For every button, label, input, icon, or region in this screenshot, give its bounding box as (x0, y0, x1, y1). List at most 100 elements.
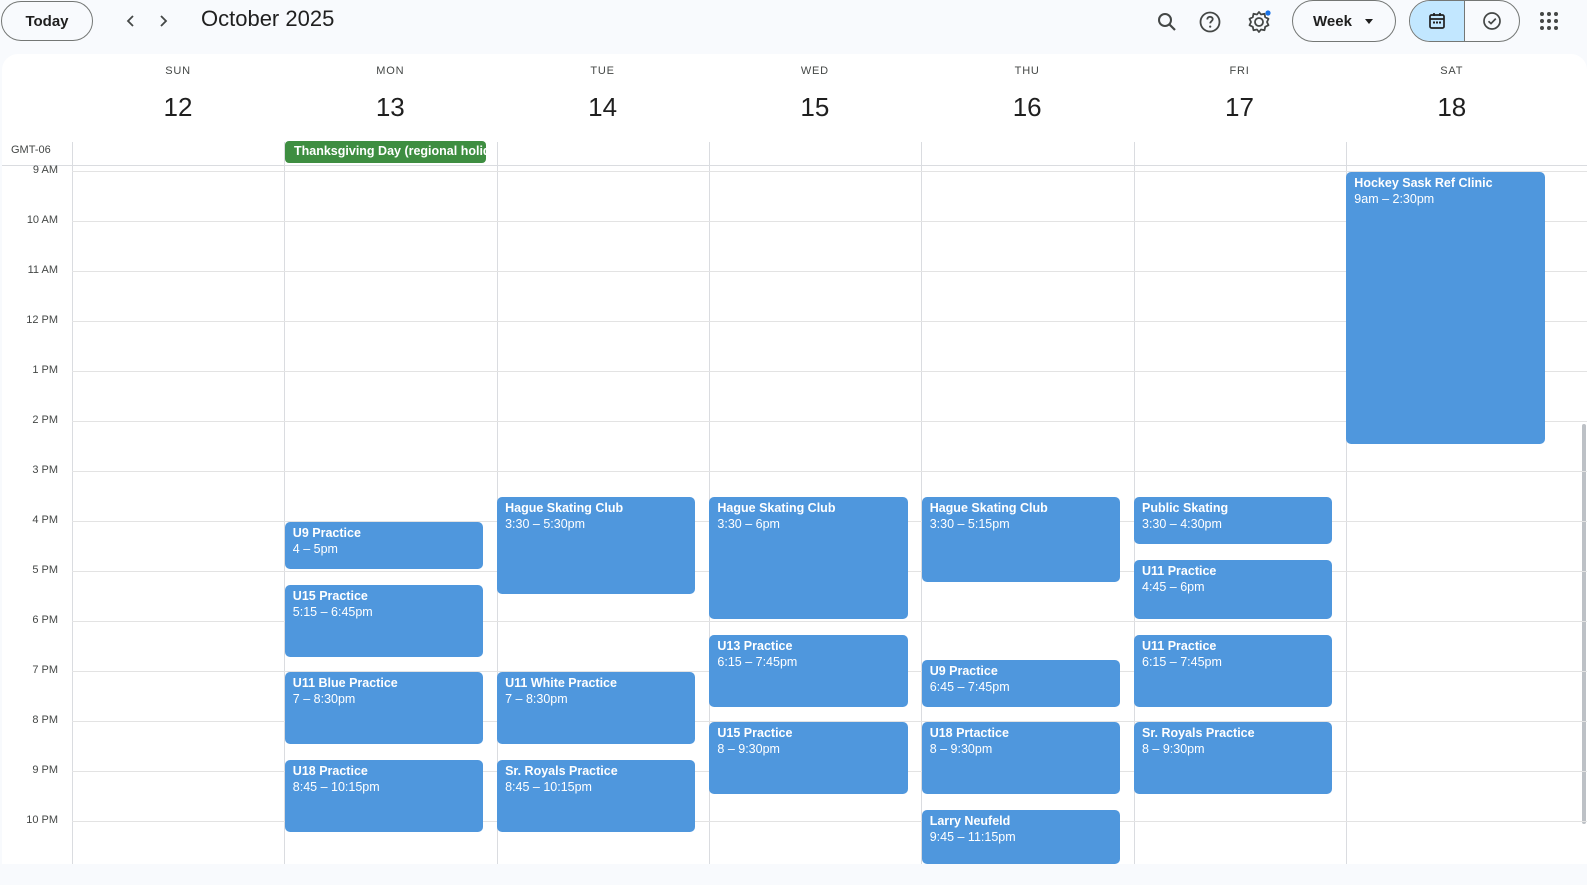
top-toolbar: Today October 2025 Week (0, 0, 1587, 48)
event-title: U15 Practice (292, 588, 368, 603)
hour-label: 10 PM (26, 814, 58, 826)
next-week-button[interactable] (148, 6, 178, 36)
calendar-view-button[interactable] (1410, 1, 1465, 41)
calendar-event[interactable]: Larry Neufeld 9:45 – 11:15pm (921, 809, 1120, 864)
all-day-divider (2, 165, 1587, 166)
calendar-event[interactable]: Sr. Royals Practice 8:45 – 10:15pm (497, 759, 696, 832)
day-number[interactable]: 16 (921, 92, 1133, 123)
day-number[interactable]: 14 (497, 92, 709, 123)
event-title: U11 White Practice (505, 676, 617, 690)
day-number[interactable]: 12 (72, 92, 284, 123)
view-select-dropdown[interactable]: Week (1292, 0, 1396, 42)
event-time: 7 – 8:30pm (505, 692, 568, 706)
day-number[interactable]: 15 (709, 92, 921, 123)
day-name: TUE (590, 65, 615, 77)
event-title: U11 Practice (1142, 563, 1217, 578)
help-icon (1199, 11, 1221, 33)
calendar-event[interactable]: U11 Practice 6:15 – 7:45pm (1134, 634, 1333, 707)
day-header[interactable]: MON 13 (284, 54, 496, 134)
event-title: Hockey Sask Ref Clinic (1354, 176, 1493, 190)
event-time: 4 – 5pm (292, 542, 338, 556)
event-time: 3:30 – 4:30pm (1142, 517, 1222, 531)
hour-label: 9 PM (32, 764, 58, 776)
day-column-divider (284, 142, 286, 864)
event-title: Public Skating (1142, 501, 1229, 515)
event-title: Larry Neufeld (929, 813, 1011, 828)
settings-button[interactable] (1241, 4, 1277, 40)
tasks-view-button[interactable] (1465, 1, 1519, 41)
tasks-icon (1483, 12, 1501, 30)
event-title: U18 Practice (292, 763, 368, 778)
calendar-event[interactable]: Public Skating 3:30 – 4:30pm (1134, 497, 1333, 544)
hour-label: 4 PM (32, 514, 58, 526)
search-button[interactable] (1149, 4, 1185, 40)
calendar-event[interactable]: U13 Practice 6:15 – 7:45pm (709, 634, 908, 707)
day-header[interactable]: SAT 18 (1346, 54, 1558, 134)
hour-label: 5 PM (32, 564, 58, 576)
event-title: U9 Practice (292, 526, 361, 540)
event-time: 4:45 – 6pm (1142, 579, 1205, 594)
event-time: 8 – 9:30pm (717, 742, 780, 756)
hour-label: 8 PM (32, 714, 58, 726)
event-time: 3:30 – 6pm (717, 517, 780, 531)
event-time: 3:30 – 5:15pm (929, 517, 1010, 531)
day-header[interactable]: THU 16 (921, 54, 1133, 134)
scrollbar[interactable] (1582, 424, 1586, 824)
day-number[interactable]: 18 (1346, 92, 1558, 123)
hour-label: 10 AM (26, 214, 58, 226)
day-header[interactable]: SUN 12 (72, 54, 284, 134)
settings-icon (1248, 10, 1271, 33)
view-select-label: Week (1313, 12, 1352, 30)
event-title: Hague Skating Club (505, 501, 624, 515)
calendar-event[interactable]: U15 Practice 5:15 – 6:45pm (284, 584, 484, 657)
hour-label: 11 AM (27, 264, 58, 276)
day-name: WED (800, 65, 829, 77)
calendar-event[interactable]: U15 Practice 8 – 9:30pm (709, 722, 908, 794)
calendar-event[interactable]: Hague Skating Club 3:30 – 5:15pm (921, 497, 1120, 582)
event-title: Sr. Royals Practice (505, 763, 618, 778)
day-header[interactable]: FRI 17 (1134, 54, 1346, 134)
event-time: 8:45 – 10:15pm (505, 779, 592, 794)
event-title: U18 Prtactice (929, 726, 1009, 740)
calendar-event[interactable]: U11 Blue Practice 7 – 8:30pm (284, 672, 484, 744)
hour-label: 7 PM (32, 664, 58, 676)
hour-gridline (72, 471, 1587, 472)
event-title: Hague Skating Club (717, 501, 836, 515)
calendar-event[interactable]: Sr. Royals Practice 8 – 9:30pm (1134, 722, 1333, 794)
chevron-right-icon (160, 15, 168, 27)
hour-label: 12 PM (26, 314, 58, 326)
calendar-event[interactable]: U18 Prtactice 8 – 9:30pm (921, 722, 1120, 794)
hour-label: 2 PM (32, 414, 58, 426)
calendar-event[interactable]: Hockey Sask Ref Clinic 9am – 2:30pm (1346, 172, 1545, 444)
calendar-event[interactable]: Hague Skating Club 3:30 – 6pm (709, 497, 908, 619)
event-title: U13 Practice (717, 638, 793, 653)
event-title: Hague Skating Club (929, 501, 1048, 515)
day-name: THU (1014, 65, 1040, 77)
calendar-event[interactable]: U11 Practice 4:45 – 6pm (1134, 559, 1333, 619)
day-number[interactable]: 13 (284, 92, 496, 123)
timezone-label: GMT-06 (11, 144, 51, 156)
day-header[interactable]: TUE 14 (497, 54, 709, 134)
previous-week-button[interactable] (116, 6, 146, 36)
holiday-event-chip[interactable]: Thanksgiving Day (regional holiday) (285, 141, 486, 163)
calendar-event[interactable]: U11 White Practice 7 – 8:30pm (497, 672, 696, 744)
chevron-left-icon (126, 15, 134, 27)
day-header[interactable]: WED 15 (709, 54, 921, 134)
event-time: 6:45 – 7:45pm (929, 679, 1010, 694)
calendar-event[interactable]: U9 Practice 6:45 – 7:45pm (921, 659, 1120, 707)
help-button[interactable] (1192, 4, 1228, 40)
today-button[interactable]: Today (1, 1, 93, 41)
day-name: SUN (165, 65, 191, 77)
apps-grid-icon[interactable] (1536, 8, 1562, 34)
day-number[interactable]: 17 (1134, 92, 1346, 123)
calendar-event[interactable]: U18 Practice 8:45 – 10:15pm (284, 759, 484, 832)
hour-label: 6 PM (32, 614, 58, 626)
day-column-divider (72, 142, 73, 864)
event-time: 7 – 8:30pm (292, 692, 356, 706)
hour-label: 9 AM (32, 164, 58, 176)
view-toggle (1409, 0, 1520, 42)
event-time: 3:30 – 5:30pm (505, 517, 586, 531)
calendar-event[interactable]: Hague Skating Club 3:30 – 5:30pm (497, 497, 696, 594)
calendar-event[interactable]: U9 Practice 4 – 5pm (284, 522, 484, 569)
event-time: 8:45 – 10:15pm (292, 779, 380, 794)
